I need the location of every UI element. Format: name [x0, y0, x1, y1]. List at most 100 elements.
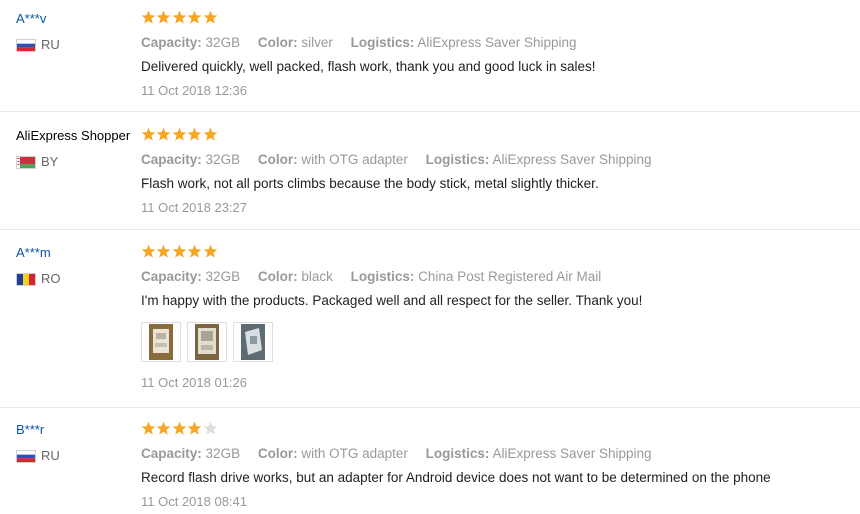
review-content: Capacity: 32GB Color: black Logistics: C…: [141, 244, 851, 392]
reviewer-info: A***m RO: [16, 244, 138, 287]
attr-color-value: silver: [301, 35, 333, 50]
attr-logistics-value: China Post Registered Air Mail: [418, 269, 602, 284]
star-filled-icon: [157, 421, 171, 435]
reviewer-country: RU: [16, 448, 138, 464]
star-filled-icon: [172, 127, 187, 141]
review-item: AliExpress Shopper BY Capacity: 32GB Col…: [0, 127, 860, 230]
star-rating: [141, 244, 851, 262]
reviewer-country: BY: [16, 154, 138, 170]
review-date: 11 Oct 2018 08:41: [141, 494, 248, 509]
review-photo-thumbnail[interactable]: [187, 322, 227, 362]
star-filled-icon: [187, 244, 202, 258]
reviewer-info: AliExpress Shopper BY: [16, 127, 138, 170]
star-filled-icon: [141, 244, 156, 258]
star-filled-icon: [203, 10, 217, 24]
star-rating: [141, 127, 851, 145]
attr-capacity: Capacity: 32GB: [141, 35, 240, 50]
purchase-attributes: Capacity: 32GB Color: black Logistics: C…: [141, 268, 851, 286]
star-filled-icon: [157, 244, 171, 258]
attr-logistics-label: Logistics:: [425, 152, 490, 167]
attr-color-label: Color:: [257, 269, 298, 284]
attr-color: Color: silver: [258, 35, 333, 50]
country-code: RU: [41, 448, 60, 463]
review-content: Capacity: 32GB Color: silver Logistics: …: [141, 10, 851, 100]
star-filled-icon: [141, 10, 156, 24]
flag-ru-icon: [16, 449, 36, 463]
star-filled-icon: [203, 244, 217, 258]
star-filled-icon: [187, 127, 202, 141]
attr-capacity: Capacity: 32GB: [141, 152, 240, 167]
review-text: Flash work, not all ports climbs because…: [141, 176, 599, 191]
review-photo-thumbnail[interactable]: [141, 322, 181, 362]
attr-capacity-label: Capacity:: [141, 269, 202, 284]
reviewer-info: A***v RU: [16, 10, 138, 53]
attr-logistics: Logistics: AliExpress Saver Shipping: [426, 446, 652, 461]
flag-by-icon: [16, 155, 36, 169]
attr-capacity-value: 32GB: [205, 35, 241, 50]
attr-capacity-value: 32GB: [205, 446, 241, 461]
attr-color-value: with OTG adapter: [301, 446, 408, 461]
star-filled-icon: [157, 10, 171, 24]
review-date: 11 Oct 2018 12:36: [141, 83, 248, 98]
star-empty-icon: [203, 421, 217, 435]
attr-logistics-value: AliExpress Saver Shipping: [492, 152, 652, 167]
reviewer-name-link[interactable]: B***r: [16, 421, 138, 439]
attr-logistics: Logistics: AliExpress Saver Shipping: [351, 35, 577, 50]
purchase-attributes: Capacity: 32GB Color: silver Logistics: …: [141, 34, 851, 52]
review-date: 11 Oct 2018 01:26: [141, 375, 248, 390]
attr-capacity-value: 32GB: [205, 269, 241, 284]
attr-capacity-label: Capacity:: [141, 35, 202, 50]
purchase-attributes: Capacity: 32GB Color: with OTG adapter L…: [141, 151, 851, 169]
attr-logistics-value: AliExpress Saver Shipping: [417, 35, 577, 50]
attr-color: Color: with OTG adapter: [258, 152, 408, 167]
purchase-attributes: Capacity: 32GB Color: with OTG adapter L…: [141, 445, 851, 463]
attr-color-label: Color:: [257, 35, 298, 50]
country-code: RO: [41, 271, 61, 286]
review-item: B***r RU Capacity: 32GB Color: with OTG …: [0, 421, 860, 514]
star-filled-icon: [187, 421, 202, 435]
reviewer-name: AliExpress Shopper: [16, 128, 131, 143]
attr-logistics: Logistics: AliExpress Saver Shipping: [426, 152, 652, 167]
attr-logistics: Logistics: China Post Registered Air Mai…: [351, 269, 602, 284]
attr-logistics-value: AliExpress Saver Shipping: [492, 446, 652, 461]
country-code: RU: [41, 37, 60, 52]
reviewer-name-link[interactable]: A***m: [16, 244, 138, 262]
reviewer-country: RO: [16, 271, 138, 287]
attr-color: Color: with OTG adapter: [258, 446, 408, 461]
attr-logistics-label: Logistics:: [425, 446, 490, 461]
review-content: Capacity: 32GB Color: with OTG adapter L…: [141, 421, 851, 511]
star-filled-icon: [141, 127, 156, 141]
attr-capacity: Capacity: 32GB: [141, 446, 240, 461]
reviewer-country: RU: [16, 37, 138, 53]
star-rating: [141, 10, 851, 28]
star-filled-icon: [187, 10, 202, 24]
star-filled-icon: [141, 421, 156, 435]
country-code: BY: [41, 154, 59, 169]
star-filled-icon: [203, 127, 217, 141]
attr-color-label: Color:: [257, 446, 298, 461]
attr-color-value: black: [301, 269, 333, 284]
review-date: 11 Oct 2018 23:27: [141, 200, 248, 215]
review-photo-thumbnail[interactable]: [233, 322, 273, 362]
attr-color: Color: black: [258, 269, 333, 284]
flag-ru-icon: [16, 38, 36, 52]
attr-capacity-value: 32GB: [205, 152, 241, 167]
star-filled-icon: [172, 421, 187, 435]
star-filled-icon: [172, 244, 187, 258]
attr-color-label: Color:: [257, 152, 298, 167]
flag-ro-icon: [16, 272, 36, 286]
review-text: Record flash drive works, but an adapter…: [141, 470, 771, 485]
reviewer-name-link[interactable]: A***v: [16, 10, 138, 28]
review-text: I'm happy with the products. Packaged we…: [141, 293, 643, 308]
review-item: A***v RU Capacity: 32GB Color: silver Lo…: [0, 10, 860, 112]
review-item: A***m RO Capacity: 32GB Color: black Log…: [0, 244, 860, 408]
attr-logistics-label: Logistics:: [350, 269, 415, 284]
attr-capacity: Capacity: 32GB: [141, 269, 240, 284]
review-photos: [141, 322, 851, 362]
star-filled-icon: [172, 10, 187, 24]
star-filled-icon: [157, 127, 171, 141]
review-text: Delivered quickly, well packed, flash wo…: [141, 59, 596, 74]
attr-capacity-label: Capacity:: [141, 152, 202, 167]
star-rating: [141, 421, 851, 439]
attr-capacity-label: Capacity:: [141, 446, 202, 461]
